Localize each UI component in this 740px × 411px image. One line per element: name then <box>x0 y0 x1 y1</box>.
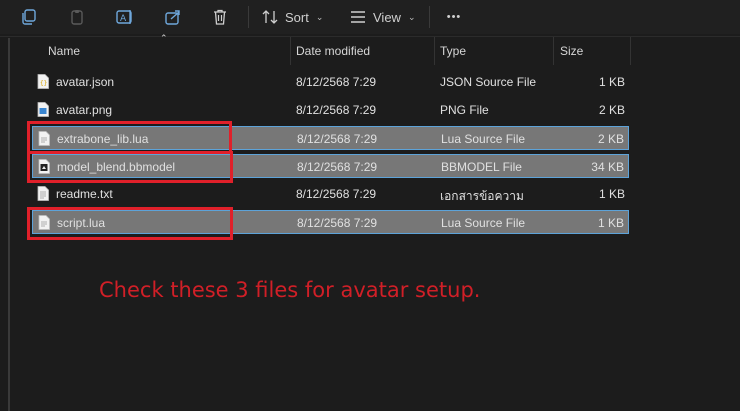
file-type: เอกสารข้อความ <box>440 189 524 203</box>
file-date: 8/12/2568 7:29 <box>297 216 378 230</box>
file-date: 8/12/2568 7:29 <box>297 132 378 146</box>
chevron-down-icon: ⌄ <box>315 11 324 22</box>
column-header: ⌃ Name Date modified Type Size <box>0 33 740 65</box>
more-options-button[interactable]: ••• <box>444 5 464 29</box>
file-date: 8/12/2568 7:29 <box>297 160 378 174</box>
column-divider[interactable] <box>630 37 631 65</box>
sort-label: Sort <box>285 9 309 25</box>
share-icon[interactable] <box>162 5 184 29</box>
file-type: Lua Source File <box>441 216 526 230</box>
highlight-box <box>27 207 233 240</box>
file-size: 34 KB <box>591 160 624 174</box>
png-file-icon <box>37 102 49 117</box>
text-file-icon <box>37 186 49 201</box>
file-type: JSON Source File <box>440 75 537 89</box>
file-type: BBMODEL File <box>441 160 522 174</box>
command-bar: A Sort ⌄ View ⌄ ••• <box>0 0 740 34</box>
column-divider[interactable] <box>553 37 554 65</box>
json-file-icon: {} <box>37 74 49 89</box>
sort-icon <box>262 10 278 24</box>
column-name-header[interactable]: Name <box>48 44 80 58</box>
rename-icon[interactable]: A <box>114 5 136 29</box>
svg-text:A: A <box>120 14 127 24</box>
file-size: 2 KB <box>597 132 624 146</box>
file-row[interactable]: {} avatar.json 8/12/2568 7:29 JSON Sourc… <box>32 70 629 94</box>
toolbar-divider <box>429 6 430 28</box>
highlight-box <box>27 151 233 183</box>
file-name: avatar.json <box>56 75 115 89</box>
view-icon <box>351 11 365 23</box>
navigation-pane-edge <box>8 38 10 411</box>
svg-text:{}: {} <box>40 80 47 87</box>
file-name: avatar.png <box>56 103 113 117</box>
file-row[interactable]: readme.txt 8/12/2568 7:29 เอกสารข้อความ … <box>32 182 629 206</box>
column-divider[interactable] <box>434 37 435 65</box>
sort-button[interactable]: Sort ⌄ <box>262 5 323 29</box>
file-type: PNG File <box>440 103 489 117</box>
file-date: 8/12/2568 7:29 <box>296 75 377 89</box>
file-size: 2 KB <box>598 103 625 117</box>
delete-icon[interactable] <box>209 5 231 29</box>
view-label: View <box>373 9 401 25</box>
toolbar-divider <box>248 6 249 28</box>
copy-icon[interactable] <box>18 5 40 29</box>
file-size: 1 KB <box>598 187 625 201</box>
file-row[interactable]: avatar.png 8/12/2568 7:29 PNG File 2 KB <box>32 98 629 122</box>
column-size-header[interactable]: Size <box>560 44 583 58</box>
highlight-box <box>27 121 232 154</box>
file-name: readme.txt <box>56 187 113 201</box>
chevron-down-icon: ⌄ <box>407 11 416 22</box>
file-size: 1 KB <box>597 216 624 230</box>
column-date-header[interactable]: Date modified <box>296 44 370 58</box>
column-type-header[interactable]: Type <box>440 44 466 58</box>
view-button[interactable]: View ⌄ <box>350 5 416 29</box>
annotation-text: Check these 3 files for avatar setup. <box>99 278 481 302</box>
file-date: 8/12/2568 7:29 <box>296 103 377 117</box>
file-date: 8/12/2568 7:29 <box>296 187 377 201</box>
sort-ascending-icon: ⌃ <box>160 33 168 43</box>
file-size: 1 KB <box>598 75 625 89</box>
file-type: Lua Source File <box>441 132 526 146</box>
paste-icon[interactable] <box>66 5 88 29</box>
column-divider[interactable] <box>290 37 291 65</box>
